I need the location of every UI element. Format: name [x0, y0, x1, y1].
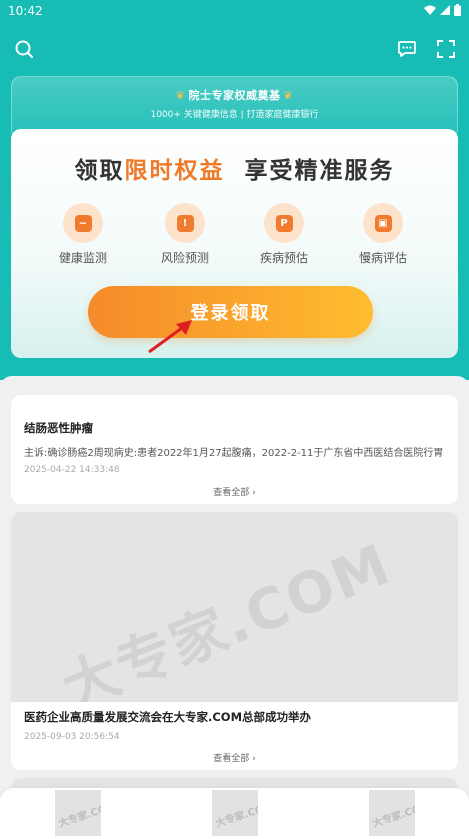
message-icon: [398, 41, 416, 57]
laurel-right-icon: ❦: [283, 89, 294, 102]
thumbnail-text: 大专家.COM: [214, 800, 258, 830]
scan-icon: [437, 40, 455, 58]
scan-button[interactable]: [433, 36, 459, 62]
login-claim-button[interactable]: 登录领取: [88, 286, 373, 338]
pointer-arrow-icon: [148, 320, 192, 354]
headline-part-b: 享受精准服务: [244, 158, 395, 184]
badge-icon: ▣: [363, 203, 403, 243]
article-title: 结肠恶性肿瘤: [24, 421, 93, 435]
promo-card: 领取限时权益 享受精准服务 ~ 健康监测 ! 风险预测 P 疾病预估 ▣ 慢病评…: [11, 129, 458, 358]
view-all-label: 查看全部: [213, 488, 250, 498]
article-title: 医药企业高质量发展交流会在大专家.COM总部成功举办: [24, 710, 312, 724]
battery-icon: [454, 4, 461, 16]
feature-health-monitoring[interactable]: ~ 健康监测: [43, 203, 123, 266]
feature-label: 风险预测: [160, 251, 209, 265]
search-icon: [15, 40, 33, 58]
view-all-link[interactable]: 查看全部 ›: [11, 485, 458, 498]
bottom-tab-bar: 大专家.COM 大专家.COM 大专家.COM: [0, 788, 469, 839]
message-button[interactable]: [394, 36, 420, 62]
chevron-right-icon: ›: [252, 754, 256, 764]
promo-headline: 领取限时权益 享受精准服务: [11, 151, 458, 185]
banner-title: 院士专家权威奠基: [188, 89, 281, 102]
feature-label: 慢病评估: [358, 251, 407, 265]
system-icons: [424, 4, 461, 16]
tab-thumbnail[interactable]: 大专家.COM: [369, 790, 415, 836]
tab-thumbnail[interactable]: 大专家.COM: [55, 790, 101, 836]
article-card[interactable]: 结肠恶性肿瘤 主诉:确诊肠癌2周现病史:患者2022年1月27起腹痛，2022-…: [11, 395, 458, 504]
banner-subtitle: 1000+ 关键健康信息 | 打造家庭健康银行: [150, 110, 319, 120]
chart-icon: ~: [63, 203, 103, 243]
alarm-icon: !: [165, 203, 205, 243]
document-icon: P: [264, 203, 304, 243]
wifi-icon: [424, 5, 436, 15]
feature-risk-prediction[interactable]: ! 风险预测: [145, 203, 225, 266]
laurel-left-icon: ❦: [175, 89, 186, 102]
feature-chronic-assessment[interactable]: ▣ 慢病评估: [343, 203, 423, 266]
chevron-right-icon: ›: [252, 488, 256, 498]
status-bar: 10:42: [0, 0, 469, 24]
thumbnail-text: 大专家.COM: [57, 800, 101, 830]
headline-highlight: 限时权益: [124, 158, 225, 184]
view-all-link[interactable]: 查看全部 ›: [11, 751, 458, 764]
view-all-label: 查看全部: [213, 754, 250, 764]
article-image: 大专家.COM: [11, 512, 458, 702]
watermark-text: 大专家.COM: [53, 531, 401, 702]
banner-title-row: ❦ 院士专家权威奠基 ❦: [12, 87, 457, 103]
article-card[interactable]: 大专家.COM 医药企业高质量发展交流会在大专家.COM总部成功举办 2025-…: [11, 512, 458, 770]
search-button[interactable]: [11, 36, 37, 62]
feature-label: 疾病预估: [259, 251, 308, 265]
thumbnail-text: 大专家.COM: [371, 800, 415, 830]
feature-disease-estimate[interactable]: P 疾病预估: [244, 203, 324, 266]
article-time: 2025-09-03 20:56:54: [24, 732, 120, 742]
signal-icon: [440, 5, 450, 15]
status-time: 10:42: [8, 4, 43, 18]
feature-label: 健康监测: [58, 251, 107, 265]
headline-part-a: 领取: [74, 158, 125, 184]
article-summary: 主诉:确诊肠癌2周现病史:患者2022年1月27起腹痛，2022-2-11于广东…: [24, 448, 444, 459]
tab-thumbnail[interactable]: 大专家.COM: [212, 790, 258, 836]
article-time: 2025-04-22 14:33:48: [24, 465, 120, 475]
